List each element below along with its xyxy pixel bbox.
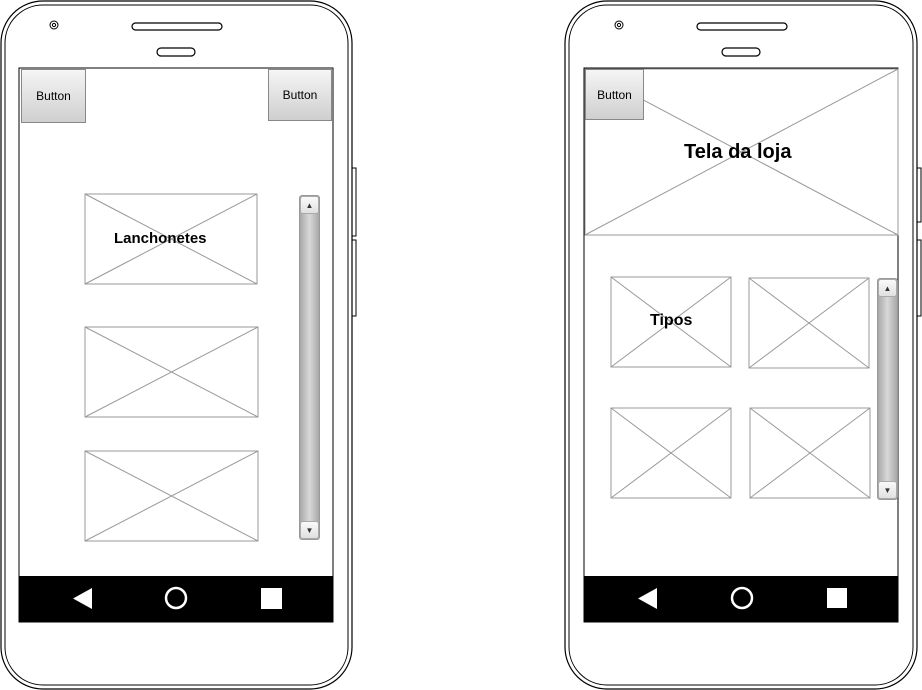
tipos-label: Tipos	[650, 312, 693, 329]
scroll-down-arrow-icon[interactable]: ▼	[300, 521, 319, 539]
phone-right-nav-bar	[584, 576, 898, 622]
lanchonetes-label: Lanchonetes	[114, 230, 207, 247]
left-phone-button-right[interactable]: Button	[268, 69, 332, 121]
left-phone-scrollbar[interactable]: ▲ ▼	[299, 195, 320, 540]
scroll-down-arrow-icon[interactable]: ▼	[878, 481, 897, 499]
mockup-canvas	[0, 0, 922, 690]
phone-right-speaker	[696, 22, 788, 57]
scroll-up-arrow-icon[interactable]: ▲	[878, 279, 897, 297]
right-phone-scrollbar[interactable]: ▲ ▼	[877, 278, 898, 500]
right-phone-button-left[interactable]: Button	[585, 69, 644, 120]
phone-right-camera-icon	[614, 20, 624, 30]
phone-left-screen	[18, 67, 334, 623]
recents-icon[interactable]	[827, 588, 847, 608]
phone-left-camera-icon	[49, 20, 59, 30]
store-screen-title: Tela da loja	[684, 141, 792, 163]
phone-left-nav-bar	[19, 576, 333, 622]
recents-icon[interactable]	[261, 588, 282, 609]
phone-left-speaker	[131, 22, 223, 57]
scroll-up-arrow-icon[interactable]: ▲	[300, 196, 319, 214]
left-phone-button-left[interactable]: Button	[21, 69, 86, 123]
